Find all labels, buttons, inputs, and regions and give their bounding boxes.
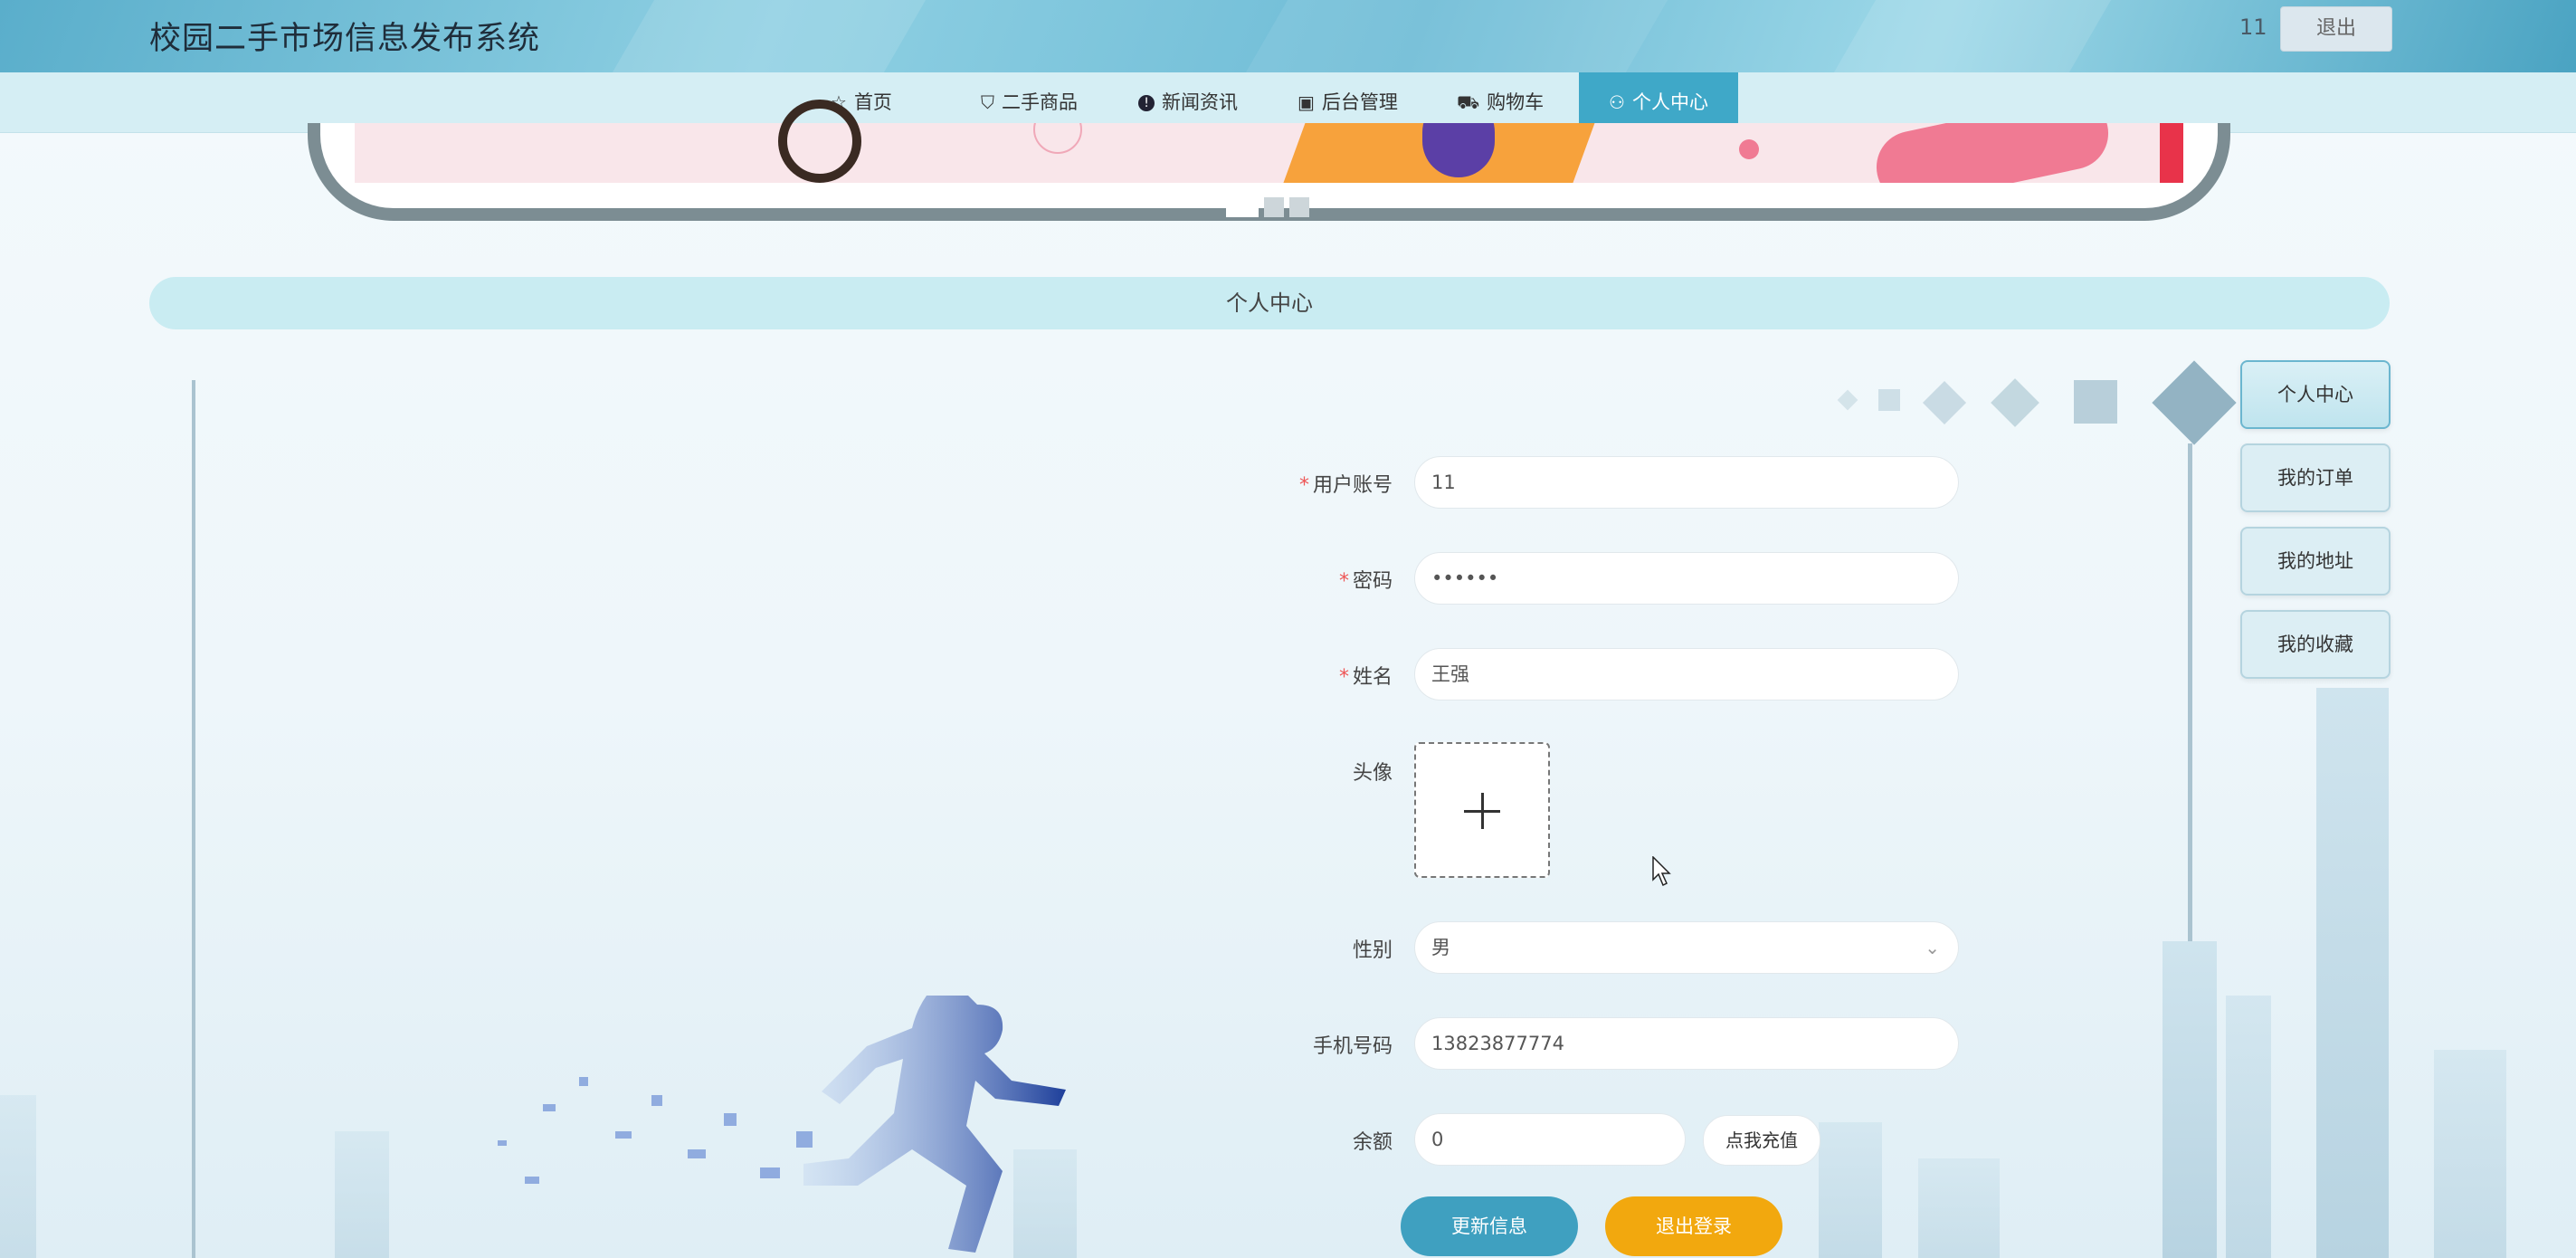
- phone-label: 手机号码: [1312, 1035, 1393, 1058]
- top-header: 校园二手市场信息发布系统 11 退出: [0, 0, 2576, 72]
- header-decor: [602, 0, 936, 72]
- carousel-dot[interactable]: [1289, 197, 1309, 217]
- site-title: 校园二手市场信息发布系统: [149, 21, 541, 57]
- password-field[interactable]: ••••••: [1414, 552, 1959, 605]
- banner-decor: [1033, 123, 1082, 154]
- logout-button[interactable]: 退出登录: [1605, 1196, 1782, 1256]
- nav-item-label: 二手商品: [1002, 91, 1078, 113]
- header-logout-button[interactable]: 退出: [2280, 6, 2392, 52]
- decor-square: [1878, 389, 1900, 411]
- banner-decor: [1739, 139, 1759, 159]
- banner-decor: [1869, 123, 2115, 183]
- side-menu-favorites[interactable]: 我的收藏: [2240, 610, 2391, 679]
- info-icon: !: [1138, 95, 1155, 111]
- decor-building: [2316, 688, 2389, 1258]
- section-title: 个人中心: [149, 277, 2390, 329]
- decor-diamond: [1837, 389, 1858, 411]
- current-username: 11: [2239, 14, 2267, 40]
- update-info-button[interactable]: 更新信息: [1401, 1196, 1578, 1256]
- required-mark: *: [1338, 570, 1349, 593]
- phone-field[interactable]: 13823877774: [1414, 1017, 1959, 1070]
- header-decor: [1235, 0, 1678, 72]
- account-label: * 用户账号: [1298, 474, 1393, 497]
- gender-label: 性别: [1352, 939, 1393, 962]
- name-label: * 姓名: [1338, 666, 1393, 689]
- decor-diamond: [1922, 380, 1967, 425]
- avatar-upload[interactable]: [1414, 742, 1550, 878]
- header-decor: [1823, 0, 2122, 72]
- decor-diamond: [1991, 378, 2039, 427]
- side-menu-address[interactable]: 我的地址: [2240, 527, 2391, 596]
- carousel-dot[interactable]: [1226, 197, 1259, 217]
- nav-item-label: 个人中心: [1631, 91, 1708, 113]
- balance-label: 余额: [1352, 1131, 1393, 1154]
- banner-decor: [778, 100, 861, 183]
- decor-diamond: [2152, 360, 2237, 445]
- account-field[interactable]: 11: [1414, 456, 1959, 509]
- decor-building: [2434, 1050, 2506, 1258]
- carousel-dot[interactable]: [1264, 197, 1284, 217]
- decor-building: [2163, 941, 2217, 1258]
- nav-item-label: 购物车: [1487, 91, 1545, 113]
- side-menu-profile[interactable]: 个人中心: [2240, 360, 2391, 429]
- name-field[interactable]: 王强: [1414, 648, 1959, 700]
- decor-building: [335, 1131, 389, 1258]
- mouse-cursor-icon: [1652, 856, 1671, 887]
- required-mark: *: [1338, 666, 1349, 689]
- decor-building: [1918, 1158, 2000, 1258]
- decor-pole: [192, 380, 195, 1258]
- nav-item-label: 首页: [853, 91, 892, 113]
- decor-building: [2226, 996, 2271, 1258]
- balance-field[interactable]: 0: [1414, 1113, 1686, 1166]
- decor-building: [1819, 1122, 1882, 1258]
- recharge-button[interactable]: 点我充值: [1703, 1115, 1820, 1166]
- gender-select[interactable]: 男 ⌄: [1414, 921, 1959, 974]
- password-label: * 密码: [1338, 570, 1393, 593]
- runner-illustration: [498, 996, 1066, 1253]
- required-mark: *: [1298, 474, 1309, 497]
- decor-building: [0, 1095, 36, 1258]
- chevron-down-icon: ⌄: [1925, 937, 1940, 958]
- decor-square: [2074, 380, 2117, 424]
- gender-value: 男: [1431, 937, 1450, 958]
- nav-item-label: 新闻资讯: [1162, 91, 1238, 113]
- banner-image: [355, 123, 2183, 183]
- side-menu-orders[interactable]: 我的订单: [2240, 443, 2391, 512]
- banner-decor: [2160, 123, 2183, 183]
- nav-item-label: 后台管理: [1321, 91, 1398, 113]
- plus-icon: [1481, 793, 1484, 829]
- carousel-indicators: [1226, 197, 1315, 221]
- avatar-label: 头像: [1352, 762, 1393, 785]
